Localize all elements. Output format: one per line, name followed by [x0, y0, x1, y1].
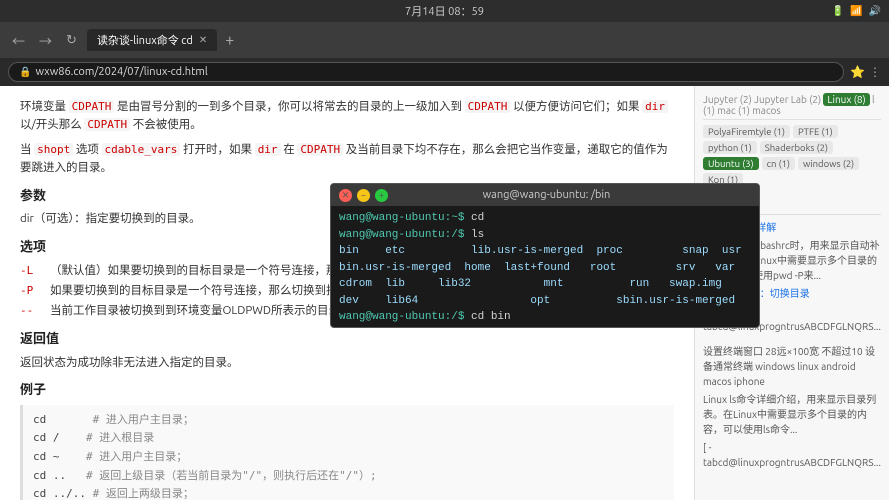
intro2-text: 当 shopt 选项 cdable_vars 打开时，如果 dir 在 CDPA… [20, 141, 674, 178]
ex-line-2: cd / # 进入根目录 [33, 429, 664, 448]
forward-button[interactable]: → [35, 29, 56, 52]
t-line-3: bin etc lib.usr-is-merged proc snap usr [339, 243, 751, 260]
bookmark-button[interactable]: ⭐ [850, 65, 865, 79]
ex-line-5: cd ../.. # 返回上两级目录； [33, 485, 664, 500]
t-line-5: cdrom lib lib32 mnt run swap.img [339, 276, 751, 293]
main-layout: 环境变量 CDPATH 是由冒号分割的一到多个目录，你可以将常去的目录的上一级加… [0, 86, 889, 500]
terminal-window: ✕ − + wang@wang-ubuntu: /bin wang@wang-u… [330, 183, 760, 328]
datetime: 7月14日 08：59 [405, 3, 484, 19]
menu-button[interactable]: ⋮ [869, 65, 881, 79]
active-tab[interactable]: 读杂谈-linux命令 cd ✕ [87, 29, 217, 51]
t-line-2: wang@wang-ubuntu:/$ ls [339, 227, 751, 244]
t-line-8: wang@wang-ubuntu:/bin$ cd / [339, 326, 751, 329]
tag-python[interactable]: python (1) [703, 141, 757, 154]
terminal-max-button[interactable]: + [375, 189, 388, 202]
tag-cn[interactable]: cn (1) [762, 157, 795, 170]
address-bar[interactable]: 🔒 wxw86.com/2024/07/linux-cd.html [8, 62, 844, 82]
battery-icon: 🔋 [832, 5, 844, 17]
volume-icon: 🔊 [869, 5, 881, 17]
extra-text-3: [ -tabcd@linuxprogntrusABCDFGLNQRS... [703, 440, 881, 470]
terminal-min-button[interactable]: − [357, 189, 370, 202]
new-tab-button[interactable]: + [225, 31, 234, 49]
t-line-4: bin.usr-is-merged home last+found root s… [339, 260, 751, 277]
reload-button[interactable]: ↻ [62, 31, 81, 50]
address-text: wxw86.com/2024/07/linux-cd.html [35, 66, 207, 78]
tag-windows[interactable]: windows (2) [798, 157, 859, 170]
intro-text: 环境变量 CDPATH 是由冒号分割的一到多个目录，你可以将常去的目录的上一级加… [20, 98, 674, 135]
extra-section: 设置终端窗口 28远×100宽 不超过10 设备通常终端 windows lin… [703, 344, 881, 470]
t-line-1: wang@wang-ubuntu:~$ cd [339, 210, 751, 227]
extra-text-2: Linux ls命令详细介绍，用来显示目录列表。在Linux中需要显示多个目录的… [703, 392, 881, 437]
browser-chrome: ← → ↻ 读杂谈-linux命令 cd ✕ + [0, 22, 889, 58]
tags-section-title: Jupyter (2) Jupyter Lab (2) Linux (8) l … [703, 94, 881, 120]
t-line-7: wang@wang-ubuntu:/$ cd bin [339, 309, 751, 326]
ex-line-4: cd .. # 返回上级目录（若当前目录为"/"，则执行后还在"/"）; [33, 467, 664, 486]
tab-bar: 读杂谈-linux命令 cd ✕ + [87, 29, 881, 51]
example-block: cd # 进入用户主目录； cd / # 进入根目录 cd ~ # 进入用户主目… [20, 405, 674, 500]
tag-shaderboks[interactable]: Shaderboks (2) [760, 141, 833, 154]
top-bar: 7月14日 08：59 🔋 📶 🔊 [0, 0, 889, 22]
lock-icon: 🔒 [19, 66, 31, 78]
tag-ptfe[interactable]: PTFE (1) [793, 125, 838, 138]
ex-line-3: cd ~ # 进入用户主目录； [33, 448, 664, 467]
tags-section: Jupyter (2) Jupyter Lab (2) Linux (8) l … [703, 94, 881, 186]
address-actions: ⭐ ⋮ [850, 65, 881, 79]
return-desc: 返回状态为成功除非无法进入指定的目录。 [20, 354, 674, 372]
extra-text-1: 设置终端窗口 28远×100宽 不超过10 设备通常终端 windows lin… [703, 344, 881, 389]
tag-polyafirem[interactable]: PolyaFiremtyle (1) [703, 125, 790, 138]
tab-label: 读杂谈-linux命令 cd [97, 32, 193, 48]
ex-line-1: cd # 进入用户主目录； [33, 411, 664, 430]
example-title: 例子 [20, 380, 674, 401]
back-button[interactable]: ← [8, 29, 29, 52]
terminal-content: wang@wang-ubuntu:~$ cd wang@wang-ubuntu:… [331, 206, 759, 328]
terminal-titlebar: ✕ − + wang@wang-ubuntu: /bin [331, 184, 759, 206]
tab-close-button[interactable]: ✕ [199, 34, 207, 46]
tag-cloud: PolyaFiremtyle (1) PTFE (1) python (1) S… [703, 125, 881, 186]
address-bar-row: 🔒 wxw86.com/2024/07/linux-cd.html ⭐ ⋮ [0, 58, 889, 86]
wifi-icon: 📶 [850, 5, 862, 17]
top-bar-icons: 🔋 📶 🔊 [832, 5, 881, 17]
linux-tag-highlight: Linux (8) [823, 93, 869, 106]
tags-title-text: Jupyter (2) Jupyter Lab (2) [703, 94, 823, 105]
return-title: 返回值 [20, 329, 674, 350]
terminal-window-buttons: ✕ − + [339, 189, 388, 202]
tag-ubuntu[interactable]: Ubuntu (3) [703, 157, 759, 170]
t-line-6: dev lib64 opt sbin.usr-is-merged [339, 293, 751, 310]
terminal-close-button[interactable]: ✕ [339, 189, 352, 202]
terminal-title: wang@wang-ubuntu: /bin [388, 189, 705, 201]
